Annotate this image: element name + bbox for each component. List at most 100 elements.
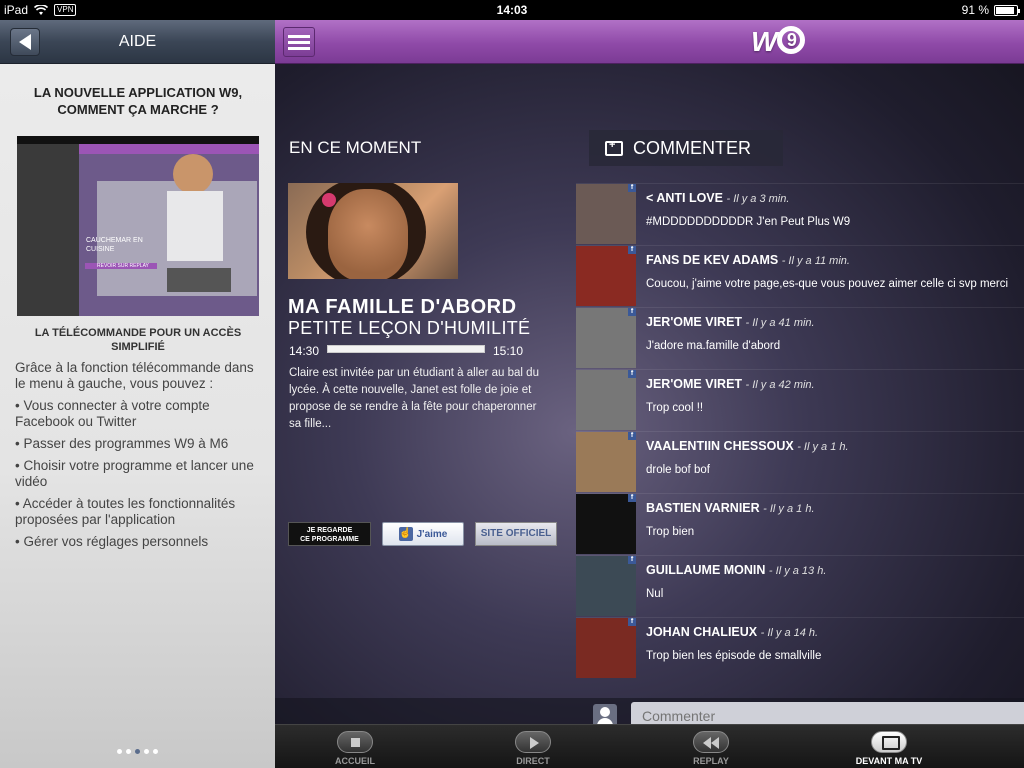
- avatar: f: [576, 308, 636, 368]
- status-bar: iPad VPN 14:03 91 %: [0, 0, 1024, 20]
- tv-icon: [871, 731, 907, 753]
- comment-tab[interactable]: COMMENTER: [589, 130, 783, 166]
- comment-time: - Il y a 42 min.: [745, 379, 815, 391]
- page-dot[interactable]: [153, 749, 158, 754]
- comments-panel: COMMENTER f < ANTI LOVE - Il y a 3 min. #M…: [576, 130, 1024, 722]
- list-item: • Choisir votre programme et lancer une …: [15, 458, 254, 489]
- main-area: W9 EN CE MOMENT MA FAMILLE D'ABORD PETIT…: [275, 20, 1024, 768]
- facebook-icon: f: [628, 246, 636, 254]
- page-indicator[interactable]: [0, 749, 275, 754]
- official-site-button[interactable]: SITE OFFICIEL: [475, 522, 557, 546]
- help-intro: Grâce à la fonction télécommande dans le…: [15, 360, 254, 391]
- comment-text: Nul: [646, 588, 664, 600]
- comment-author: JER'OME VIRET - Il y a 41 min.: [646, 315, 815, 329]
- list-item: • Gérer vos réglages personnels: [15, 534, 209, 549]
- thumbs-up-icon: ☝: [398, 527, 413, 541]
- list-item: • Vous connecter à votre compte Facebook…: [15, 398, 210, 429]
- comment-time: - Il y a 41 min.: [745, 317, 815, 329]
- comment-text: Trop bien les épisode de smallville: [646, 650, 822, 662]
- tab-direct[interactable]: DIRECT: [458, 725, 608, 768]
- comment-item[interactable]: f BASTIEN VARNIER - Il y a 1 h. Trop bien: [576, 493, 1024, 555]
- comment-time: - Il y a 11 min.: [781, 255, 850, 267]
- rewind-icon: [693, 731, 729, 753]
- preview-caption: CAUCHEMAR EN CUISINE: [86, 237, 143, 253]
- action-buttons: JE REGARDE CE PROGRAMME ☝ J'aime SITE OF…: [288, 522, 557, 546]
- stop-icon: [337, 731, 373, 753]
- avatar: f: [576, 494, 636, 554]
- comment-text: Trop cool !!: [646, 402, 704, 414]
- comment-item[interactable]: f FANS DE KEV ADAMS - Il y a 11 min. Couco…: [576, 245, 1024, 307]
- program-progress-bar: [327, 345, 485, 353]
- facebook-icon: f: [628, 370, 636, 378]
- help-screenshot: CAUCHEMAR EN CUISINE REVOIR SUR REPLAY: [17, 136, 259, 316]
- avatar: f: [576, 246, 636, 306]
- comment-author: < ANTI LOVE - Il y a 3 min.: [646, 191, 790, 205]
- help-feature-list: • Vous connecter à votre compte Facebook…: [15, 398, 261, 550]
- tab-replay[interactable]: REPLAY: [636, 725, 786, 768]
- comment-item[interactable]: f < ANTI LOVE - Il y a 3 min. #MDDDDDDDDDD…: [576, 183, 1024, 245]
- start-time: 14:30: [289, 344, 320, 358]
- now-playing-label: EN CE MOMENT: [289, 138, 422, 157]
- menu-button[interactable]: [283, 27, 315, 57]
- comment-time: - Il y a 3 min.: [726, 193, 790, 205]
- comment-text: Coucou, j'aime votre page,es-que vous po…: [646, 278, 1009, 290]
- bottom-tab-bar: ACCUEIL DIRECT REPLAY DEVANT MA TV: [275, 724, 1024, 768]
- menu-icon: [288, 34, 310, 38]
- avatar: f: [576, 370, 636, 430]
- flower-icon: [322, 193, 336, 207]
- show-thumbnail: [288, 183, 458, 279]
- facebook-like-button[interactable]: ☝ J'aime: [382, 522, 464, 546]
- list-item: • Passer des programmes W9 à M6: [15, 436, 229, 451]
- list-item: • Accéder à toutes les fonctionnalités p…: [15, 496, 236, 527]
- facebook-icon: f: [628, 494, 636, 502]
- top-bar: W9: [275, 20, 1024, 64]
- show-title: MA FAMILLE D'ABORD: [288, 296, 517, 318]
- episode-title: PETITE LEÇON D'HUMILITÉ: [288, 318, 531, 338]
- end-time: 15:10: [493, 344, 524, 358]
- avatar: f: [576, 432, 636, 492]
- comment-list[interactable]: f < ANTI LOVE - Il y a 3 min. #MDDDDDDDDDD…: [576, 183, 1024, 679]
- comment-time: - Il y a 1 h.: [763, 503, 815, 515]
- comment-text: J'adore ma.famille d'abord: [646, 340, 781, 352]
- comment-author: JER'OME VIRET - Il y a 42 min.: [646, 377, 815, 391]
- comment-time: - Il y a 1 h.: [797, 441, 849, 453]
- comment-item[interactable]: f JOHAN CHALIEUX - Il y a 14 h. Trop bien …: [576, 617, 1024, 679]
- comment-item[interactable]: f GUILLAUME MONIN - Il y a 13 h. Nul: [576, 555, 1024, 617]
- comment-time: - Il y a 13 h.: [768, 565, 827, 577]
- facebook-icon: f: [628, 184, 636, 192]
- comment-author: VAALENTIIN CHESSOUX - Il y a 1 h.: [646, 439, 849, 453]
- help-subheading: LA TÉLÉCOMMANDE POUR UN ACCÈS SIMPLIFIÉ: [34, 327, 242, 353]
- comment-author: BASTIEN VARNIER - Il y a 1 h.: [646, 501, 815, 515]
- avatar: f: [576, 184, 636, 244]
- page-dot[interactable]: [135, 749, 140, 754]
- add-comment-icon: [605, 139, 623, 156]
- comment-text: #MDDDDDDDDDDR J'en Peut Plus W9: [646, 216, 851, 228]
- comment-author: JOHAN CHALIEUX - Il y a 14 h.: [646, 625, 819, 639]
- comment-item[interactable]: f VAALENTIIN CHESSOUX - Il y a 1 h. drole …: [576, 431, 1024, 493]
- comment-time: - Il y a 14 h.: [760, 627, 819, 639]
- comment-author: GUILLAUME MONIN - Il y a 13 h.: [646, 563, 827, 577]
- page-dot[interactable]: [144, 749, 149, 754]
- tab-devant-ma-tv[interactable]: DEVANT MA TV: [814, 725, 964, 768]
- comment-author: FANS DE KEV ADAMS - Il y a 11 min.: [646, 253, 850, 267]
- page-dot[interactable]: [126, 749, 131, 754]
- page-dot[interactable]: [117, 749, 122, 754]
- w9-logo: W9: [751, 26, 806, 58]
- tab-accueil[interactable]: ACCUEIL: [280, 725, 430, 768]
- facebook-icon: f: [628, 556, 636, 564]
- clock: 14:03: [496, 3, 528, 17]
- avatar: f: [576, 618, 636, 678]
- help-title: AIDE: [118, 33, 157, 50]
- app-preview-image: [17, 136, 259, 316]
- avatar: f: [576, 556, 636, 616]
- preview-replay-label: REVOIR SUR REPLAY: [97, 263, 149, 269]
- comment-text: drole bof bof: [646, 464, 710, 476]
- battery-icon: [994, 4, 1020, 16]
- help-panel: AIDE LA NOUVELLE APPLICATION W9, COMMENT…: [0, 20, 275, 768]
- comment-item[interactable]: f JER'OME VIRET - Il y a 42 min. Trop cool…: [576, 369, 1024, 431]
- battery-percent: 91 %: [961, 3, 989, 17]
- help-heading: LA NOUVELLE APPLICATION W9, COMMENT ÇA M…: [33, 85, 243, 117]
- watching-button[interactable]: JE REGARDE CE PROGRAMME: [288, 522, 371, 546]
- comment-item[interactable]: f JER'OME VIRET - Il y a 41 min. J'adore m…: [576, 307, 1024, 369]
- facebook-icon: f: [628, 308, 636, 316]
